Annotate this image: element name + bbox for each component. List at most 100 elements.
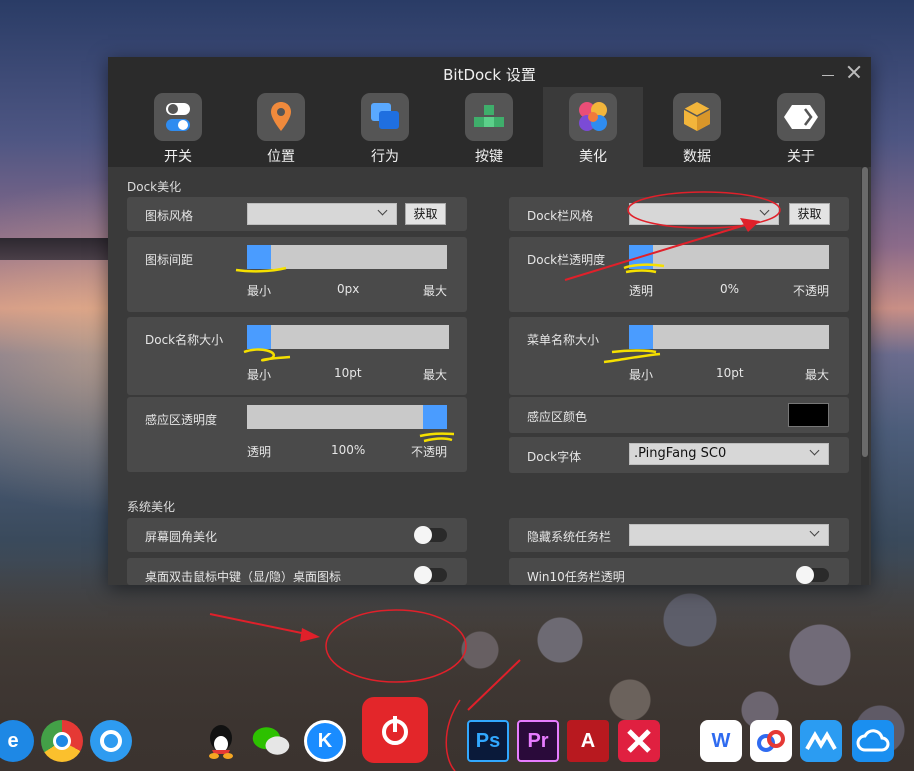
- hide-taskbar-label: 隐藏系统任务栏: [527, 530, 612, 544]
- slider-value-label: 0%: [720, 282, 740, 296]
- slider-max-label: 不透明: [793, 284, 830, 298]
- chrome-icon[interactable]: [41, 720, 83, 762]
- menu-name-size-label: 菜单名称大小: [527, 333, 600, 347]
- sensor-opacity-label: 感应区透明度: [145, 413, 218, 427]
- sensor-color-card: 感应区颜色: [509, 397, 849, 433]
- icon-spacing-slider[interactable]: [247, 245, 447, 269]
- sensor-opacity-card: 感应区透明度 透明 100% 不透明: [127, 397, 467, 472]
- rounded-corners-toggle[interactable]: [414, 526, 447, 544]
- chevron-down-icon: [809, 445, 820, 456]
- tab-label: 按键: [475, 149, 503, 165]
- tab-keys[interactable]: 按键: [439, 87, 539, 167]
- tab-label: 美化: [579, 149, 607, 165]
- cube-icon: [673, 93, 721, 141]
- slider-value-label: 10pt: [716, 366, 744, 380]
- tab-beautify[interactable]: 美化: [543, 87, 643, 167]
- hide-taskbar-select[interactable]: [629, 524, 829, 546]
- win10-transparent-card: Win10任务栏透明: [509, 558, 849, 585]
- slider-min-label: 透明: [247, 445, 272, 459]
- dockbar-style-select[interactable]: [629, 203, 779, 225]
- qq-icon[interactable]: [200, 720, 242, 762]
- hexagon-arrows-icon: [777, 93, 825, 141]
- cloud-sync-icon[interactable]: [852, 720, 894, 762]
- dock-section-title: Dock美化: [127, 180, 182, 194]
- netease-music-icon[interactable]: [362, 697, 428, 763]
- dockbar-style-get-button[interactable]: 获取: [789, 203, 830, 225]
- menu-name-size-slider[interactable]: [629, 325, 829, 349]
- rounded-corners-card: 屏幕圆角美化: [127, 518, 467, 552]
- wechat-icon[interactable]: [250, 720, 292, 762]
- slider-min-label: 最小: [247, 368, 272, 382]
- double-click-label: 桌面双击鼠标中键（显/隐）桌面图标: [145, 570, 342, 584]
- toggle-knob: [414, 526, 432, 544]
- dockbar-opacity-card: Dock栏透明度 透明 0% 不透明: [509, 237, 849, 312]
- chevron-down-icon: [759, 205, 770, 216]
- scrollbar[interactable]: [861, 167, 869, 585]
- minimize-button[interactable]: [819, 63, 837, 81]
- scrollbar-thumb[interactable]: [862, 167, 868, 457]
- slider-handle[interactable]: [423, 405, 447, 429]
- toggle-switches-icon: [154, 93, 202, 141]
- dock-font-label: Dock字体: [527, 450, 582, 464]
- slider-handle[interactable]: [247, 245, 271, 269]
- wallpaper-horizon: [0, 238, 110, 260]
- chevron-down-icon: [377, 205, 388, 216]
- wps-icon[interactable]: W: [700, 720, 742, 762]
- double-click-toggle[interactable]: [414, 566, 447, 584]
- sensor-color-swatch[interactable]: [788, 403, 829, 427]
- slider-value-label: 0px: [337, 282, 360, 296]
- slider-min-label: 最小: [247, 284, 272, 298]
- slider-value-label: 100%: [331, 443, 366, 457]
- title-bar: BitDock 设置: [108, 57, 871, 87]
- dockbar-style-card: Dock栏风格 获取: [509, 197, 849, 231]
- tab-label: 位置: [267, 149, 295, 165]
- beautify-panel: Dock美化 图标风格 获取 Dock栏风格 获取 图标间距 最小 0px 最大…: [108, 167, 871, 585]
- dockbar-opacity-slider[interactable]: [629, 245, 829, 269]
- slider-handle[interactable]: [629, 325, 653, 349]
- dock-name-size-slider[interactable]: [247, 325, 449, 349]
- sensor-color-label: 感应区颜色: [527, 410, 588, 424]
- tab-label: 关于: [787, 149, 815, 165]
- slider-max-label: 不透明: [411, 445, 448, 459]
- dock-font-select[interactable]: .PingFang SC0: [629, 443, 829, 465]
- baidu-netdisk-icon[interactable]: [750, 720, 792, 762]
- slider-value-label: 10pt: [334, 366, 362, 380]
- win10-transparent-label: Win10任务栏透明: [527, 570, 625, 584]
- teambition-icon[interactable]: [800, 720, 842, 762]
- kugou-icon[interactable]: K: [304, 720, 346, 762]
- autocad-icon[interactable]: A: [567, 720, 609, 762]
- dock-name-size-card: Dock名称大小 最小 10pt 最大: [127, 317, 467, 395]
- slider-min-label: 最小: [629, 368, 654, 382]
- tab-switch[interactable]: 开关: [128, 87, 228, 167]
- icon-style-card: 图标风格 获取: [127, 197, 467, 231]
- icon-spacing-card: 图标间距 最小 0px 最大: [127, 237, 467, 312]
- win10-transparent-toggle[interactable]: [796, 566, 829, 584]
- tab-behavior[interactable]: 行为: [335, 87, 435, 167]
- toggle-knob: [414, 566, 432, 584]
- chevron-down-icon: [809, 526, 820, 537]
- premiere-icon[interactable]: Pr: [517, 720, 559, 762]
- slider-handle[interactable]: [247, 325, 271, 349]
- dock-name-size-label: Dock名称大小: [145, 333, 224, 347]
- double-click-card: 桌面双击鼠标中键（显/隐）桌面图标: [127, 558, 467, 585]
- icon-style-select[interactable]: [247, 203, 397, 225]
- slider-max-label: 最大: [423, 368, 448, 382]
- tab-position[interactable]: 位置: [231, 87, 331, 167]
- stacked-windows-icon: [361, 93, 409, 141]
- tab-label: 行为: [371, 149, 399, 165]
- qq-browser-icon[interactable]: [90, 720, 132, 762]
- xmind-icon[interactable]: [618, 720, 660, 762]
- slider-handle[interactable]: [629, 245, 653, 269]
- tab-about[interactable]: 关于: [751, 87, 851, 167]
- tab-data[interactable]: 数据: [647, 87, 747, 167]
- close-button[interactable]: [845, 63, 863, 81]
- icon-spacing-label: 图标间距: [145, 253, 194, 267]
- icon-style-get-button[interactable]: 获取: [405, 203, 446, 225]
- photoshop-icon[interactable]: Ps: [467, 720, 509, 762]
- system-section-title: 系统美化: [127, 500, 176, 514]
- dockbar-style-label: Dock栏风格: [527, 209, 594, 223]
- tab-label: 开关: [164, 149, 192, 165]
- window-title: BitDock 设置: [443, 66, 536, 84]
- sensor-opacity-slider[interactable]: [247, 405, 447, 429]
- slider-min-label: 透明: [629, 284, 654, 298]
